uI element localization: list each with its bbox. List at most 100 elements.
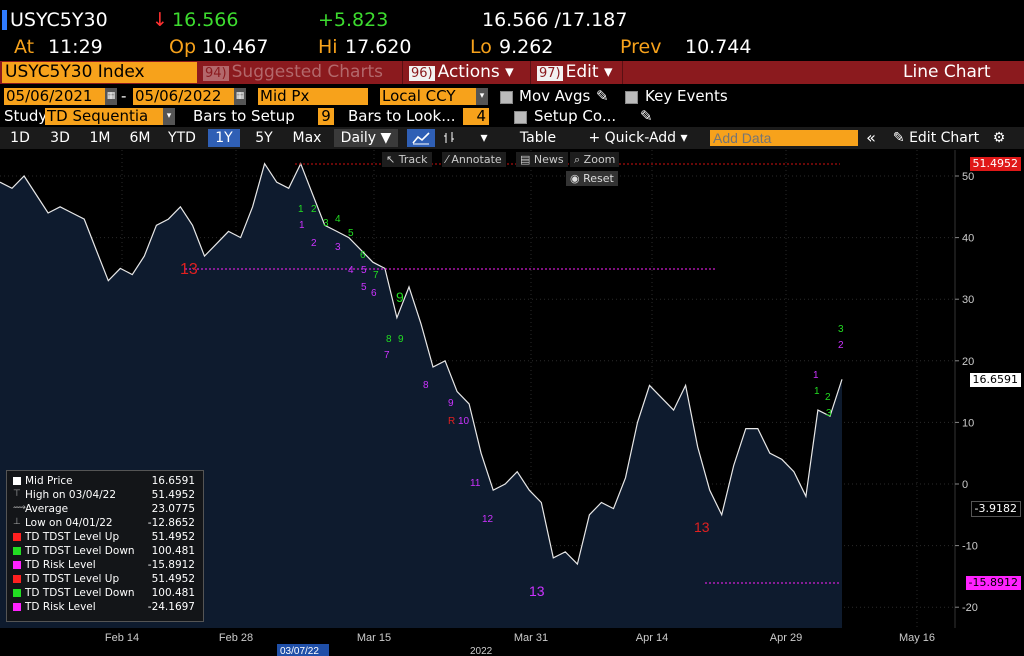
reset-button[interactable]: ◉ Reset — [566, 171, 618, 186]
calendar-icon[interactable]: ▦ — [234, 88, 246, 105]
bars-look-input[interactable]: 4 — [463, 108, 489, 125]
collapse-button[interactable]: « — [860, 129, 882, 147]
setup-co-checkbox[interactable] — [514, 111, 527, 124]
legend-value: 51.4952 — [151, 573, 195, 585]
td-count: 7 — [373, 270, 379, 281]
td-count: 11 — [470, 478, 481, 489]
x-tick-label: May 16 — [899, 632, 935, 644]
legend-row[interactable]: TD TDST Level Down 100.481 — [11, 587, 199, 599]
quote-header: USYC5Y30 ↓ 16.566 +5.823 16.566 /17.187 … — [0, 0, 1024, 60]
zoom-tool[interactable]: ⌕ Zoom — [570, 152, 620, 167]
add-data-input[interactable] — [710, 130, 858, 146]
td-count: 5 — [361, 282, 367, 293]
bars-setup-input[interactable]: 9 — [318, 108, 334, 125]
start-date-field[interactable]: 05/06/2021 — [4, 88, 105, 105]
currency-select[interactable]: Local CCY — [380, 88, 476, 105]
period-1m[interactable]: 1M — [84, 129, 116, 147]
chevron-down-icon[interactable]: ▾ — [474, 129, 494, 147]
search-icon: ⌕ — [574, 153, 584, 166]
period-ytd[interactable]: YTD — [164, 129, 200, 147]
divider — [622, 61, 623, 84]
y-tick-label: 30 — [962, 294, 974, 306]
legend-row[interactable]: TD Risk Level -24.1697 — [11, 601, 199, 613]
calendar-icon[interactable]: ▦ — [105, 88, 117, 105]
last-price-label: 16.6591 — [969, 373, 1021, 387]
edit-num: 97) — [537, 66, 563, 81]
frequency-select[interactable]: Daily ▼ — [334, 129, 398, 147]
legend-row[interactable]: TD TDST Level Down 100.481 — [11, 545, 199, 557]
key-events-checkbox[interactable] — [625, 91, 638, 104]
x-axis: Feb 14 Feb 28 Mar 15 Mar 31 Apr 14 Apr 29 May … — [105, 632, 935, 644]
td-count: 6 — [371, 288, 377, 299]
legend-name: TD Risk Level — [25, 559, 96, 571]
legend-value: 16.6591 — [151, 475, 195, 487]
period-1d[interactable]: 1D — [5, 129, 35, 147]
edit-menu[interactable]: 97) Edit ▾ — [537, 62, 612, 83]
period-toolbar: 1D 3D 1M 6M YTD 1Y 5Y Max Daily ▼ ▾ Tabl… — [0, 127, 1024, 149]
actions-label: Actions ▾ — [437, 62, 514, 82]
divider — [402, 61, 403, 84]
study-select[interactable]: TD Sequentia — [45, 108, 163, 125]
end-date-field[interactable]: 05/06/2022 — [133, 88, 234, 105]
news-icon: ▤ — [520, 153, 534, 166]
td-count: 13 — [694, 519, 710, 535]
td-count: 9 — [448, 398, 454, 409]
y-tick-label: 20 — [962, 356, 974, 368]
period-6m[interactable]: 6M — [124, 129, 156, 147]
td-count: 1 — [298, 204, 304, 215]
td-count: R — [448, 416, 455, 427]
x-tick-label: Apr 14 — [636, 632, 668, 644]
td-count: 2 — [311, 238, 317, 249]
td-count: 3 — [335, 242, 341, 253]
legend-swatch — [13, 589, 21, 597]
y-tick-label: -10 — [962, 541, 978, 553]
quick-add-button[interactable]: + Quick-Add ▾ — [582, 129, 694, 147]
legend-row[interactable]: TD Risk Level -15.8912 — [11, 559, 199, 571]
y-axis: 50 40 30 20 10 0 -10 -20 — [955, 171, 978, 614]
chevron-down-icon[interactable]: ▾ — [163, 108, 175, 125]
period-3d[interactable]: 3D — [44, 129, 76, 147]
legend-row[interactable]: TD TDST Level Up 51.4952 — [11, 573, 199, 585]
td-count: 5 — [361, 265, 367, 276]
track-tool[interactable]: ↖ Track — [382, 152, 432, 167]
legend-name: TD TDST Level Down — [25, 545, 135, 557]
security-name[interactable]: USYC5Y30 Index — [2, 62, 197, 83]
price-field-select[interactable]: Mid Px — [258, 88, 368, 105]
cursor-date: 03/07/22 — [280, 646, 319, 656]
mov-avgs-checkbox[interactable] — [500, 91, 513, 104]
pencil-icon[interactable]: ✎ — [596, 88, 609, 105]
x-tick-label: Mar 31 — [514, 632, 548, 644]
period-max[interactable]: Max — [288, 129, 326, 147]
y-tick-label: 10 — [962, 417, 974, 429]
news-tool[interactable]: ▤ News — [516, 152, 568, 167]
chart-legend[interactable]: Mid Price 16.6591 ⊤ High on 03/04/22 51.4952… — [6, 470, 204, 622]
bar-chart-icon[interactable] — [438, 129, 460, 147]
suggested-charts-menu[interactable]: 94) Suggested Charts — [203, 62, 383, 83]
edit-chart-button[interactable]: ✎ Edit Chart — [888, 129, 984, 147]
average-marker-icon: ⟿ — [13, 503, 26, 513]
x-tick-label: Mar 15 — [357, 632, 391, 644]
td-count: 8 — [423, 380, 429, 391]
period-5y[interactable]: 5Y — [248, 129, 280, 147]
td-count: 7 — [384, 350, 390, 361]
legend-row[interactable]: ⟿ Average 23.0775 — [11, 503, 199, 515]
period-1y[interactable]: 1Y — [208, 129, 240, 147]
table-button[interactable]: Table — [510, 129, 566, 147]
legend-name: TD TDST Level Up — [25, 573, 120, 585]
actions-menu[interactable]: 96) Actions ▾ — [409, 62, 514, 83]
legend-row[interactable]: Mid Price 16.6591 — [11, 475, 199, 487]
mov-avgs-label: Mov Avgs — [519, 87, 591, 105]
legend-swatch — [13, 547, 21, 555]
pencil-icon[interactable]: ✎ — [640, 108, 653, 125]
actions-num: 96) — [409, 66, 435, 81]
chevron-down-icon[interactable]: ▾ — [476, 88, 488, 105]
legend-row[interactable]: ⊤ High on 03/04/22 51.4952 — [11, 489, 199, 501]
annotate-tool[interactable]: ⁄ Annotate — [442, 152, 506, 167]
annotate-label: Annotate — [451, 153, 502, 166]
line-chart-icon[interactable] — [407, 129, 435, 147]
gear-icon[interactable]: ⚙ — [988, 129, 1010, 147]
tdst-down-value-label: -3.9182 — [970, 501, 1021, 517]
legend-row[interactable]: ⊥ Low on 04/01/22 -12.8652 — [11, 517, 199, 529]
legend-row[interactable]: TD TDST Level Up 51.4952 — [11, 531, 199, 543]
y-tick-label: 0 — [962, 479, 968, 491]
